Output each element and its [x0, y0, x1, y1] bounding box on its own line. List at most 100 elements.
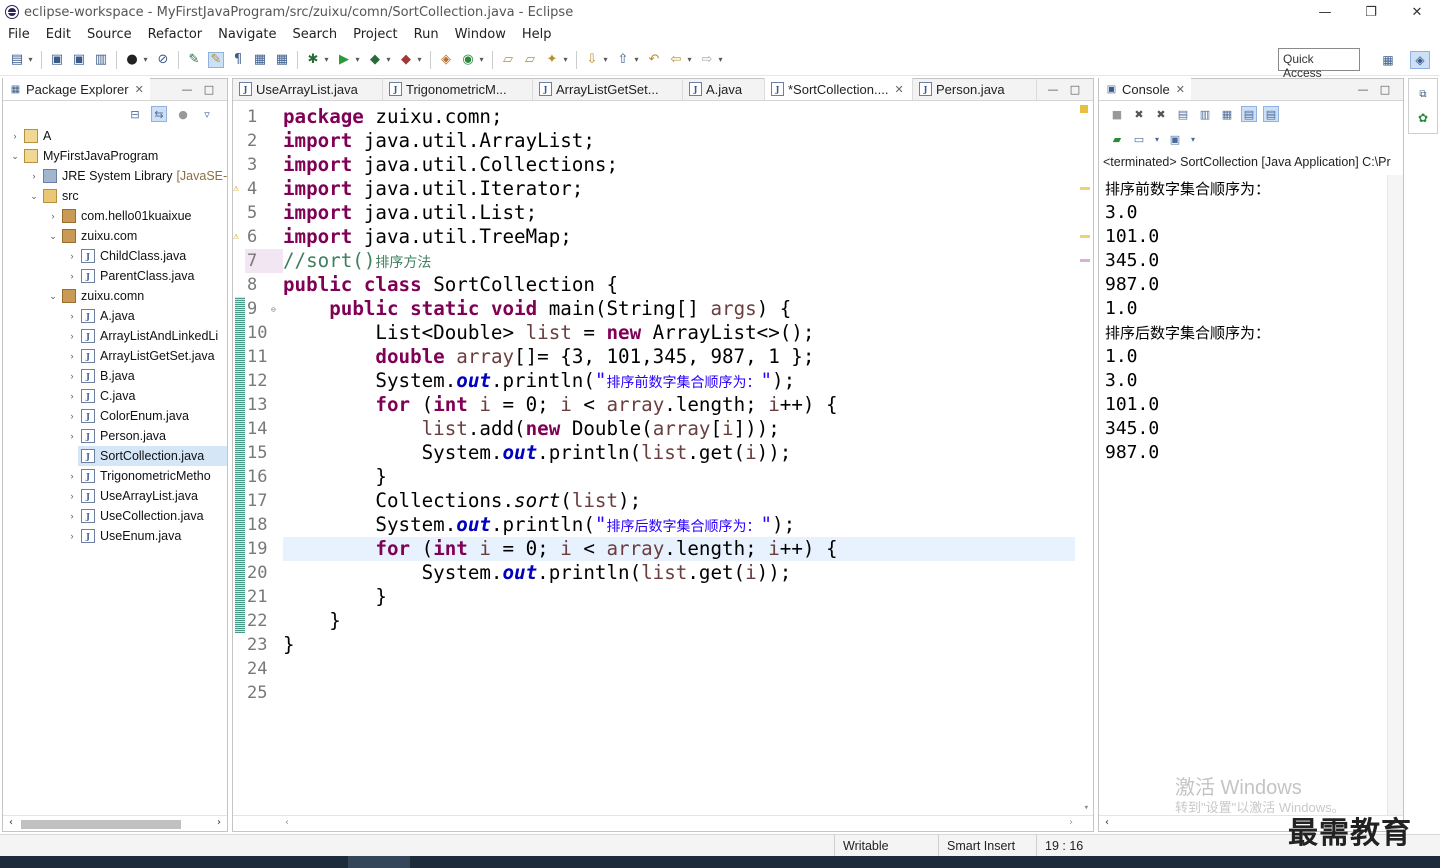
maximize-view-icon[interactable]: □: [203, 83, 215, 96]
view-menu-icon[interactable]: ▿: [199, 106, 215, 122]
expand-arrow-icon[interactable]: ›: [66, 271, 78, 281]
horizontal-scrollbar[interactable]: ‹ ›: [3, 815, 227, 831]
expand-arrow-icon[interactable]: ›: [47, 211, 59, 221]
menu-search[interactable]: Search: [284, 27, 345, 42]
open-task-icon[interactable]: ▱: [522, 52, 538, 68]
tree-item[interactable]: › J C.java: [66, 386, 135, 406]
close-icon[interactable]: ✕: [1176, 83, 1185, 96]
search-icon[interactable]: ✦: [544, 52, 560, 68]
show-on-stderr-icon[interactable]: ▤: [1263, 106, 1279, 122]
save-all-icon[interactable]: ▣: [71, 52, 87, 68]
tree-item[interactable]: ⌄ zuixu.comn: [47, 286, 144, 306]
scroll-lock-icon[interactable]: ▥: [1197, 106, 1213, 122]
collapse-arrow-icon[interactable]: ⌄: [47, 291, 59, 302]
quick-access-input[interactable]: Quick Access: [1278, 48, 1360, 80]
scroll-left-icon[interactable]: ‹: [9, 817, 13, 828]
editor-tab[interactable]: J TrigonometricM...: [383, 78, 533, 100]
tree-item[interactable]: ⌄ src: [28, 186, 79, 206]
close-tab-icon[interactable]: ✕: [894, 83, 903, 96]
expand-arrow-icon[interactable]: ›: [66, 311, 78, 321]
menu-project[interactable]: Project: [345, 27, 405, 42]
show-whitespace-icon[interactable]: ¶: [230, 52, 246, 68]
scroll-down-icon[interactable]: ▾: [1084, 803, 1089, 813]
maximize-editor-icon[interactable]: □: [1069, 83, 1081, 96]
tree-item[interactable]: › J Person.java: [66, 426, 166, 446]
skip-breakpoints-icon[interactable]: ⊘: [155, 52, 171, 68]
outline-view-icon[interactable]: ✿: [1413, 109, 1433, 127]
open-perspective-icon[interactable]: ▦: [1378, 51, 1398, 69]
tree-item[interactable]: › J UseCollection.java: [66, 506, 204, 526]
open-console-icon[interactable]: ▣: [1167, 131, 1183, 147]
toggle-highlight-icon[interactable]: ✎: [208, 51, 224, 68]
expand-arrow-icon[interactable]: ›: [66, 431, 78, 441]
source-code[interactable]: package zuixu.comn; import java.util.Arr…: [283, 105, 1075, 705]
tab-console[interactable]: ▣ Console ✕: [1099, 78, 1191, 100]
editor-tab[interactable]: J Person.java: [913, 78, 1037, 100]
clear-console-icon[interactable]: ▤: [1175, 106, 1191, 122]
tree-item[interactable]: ⌄ zuixu.com: [47, 226, 137, 246]
collapse-arrow-icon[interactable]: ⌄: [47, 231, 59, 242]
show-on-stdout-icon[interactable]: ▤: [1241, 106, 1257, 122]
run-icon[interactable]: ▶: [336, 52, 352, 68]
previous-annotation-icon[interactable]: ⇧: [615, 52, 631, 68]
terminate-icon[interactable]: ■: [1109, 106, 1125, 122]
open-type-icon[interactable]: ▱: [500, 52, 516, 68]
tree-item[interactable]: › J UseEnum.java: [66, 526, 181, 546]
tree-item[interactable]: › J ColorEnum.java: [66, 406, 189, 426]
word-wrap-icon[interactable]: ▦: [1219, 106, 1235, 122]
expand-arrow-icon[interactable]: ›: [66, 371, 78, 381]
scroll-left-icon[interactable]: ‹: [285, 817, 289, 828]
tree-item[interactable]: › J TrigonometricMetho: [66, 466, 211, 486]
tree-item[interactable]: › com.hello01kuaixue: [47, 206, 192, 226]
menu-run[interactable]: Run: [406, 27, 447, 42]
new-java-package-icon[interactable]: ◈: [438, 52, 454, 68]
pin-console-icon[interactable]: ▰: [1109, 131, 1125, 147]
expand-arrow-icon[interactable]: ›: [66, 251, 78, 261]
scroll-left-icon[interactable]: ‹: [1105, 817, 1109, 828]
expand-arrow-icon[interactable]: ›: [66, 531, 78, 541]
expand-arrow-icon[interactable]: ›: [66, 391, 78, 401]
minimize-editor-icon[interactable]: —: [1047, 83, 1059, 96]
maximize-view-icon[interactable]: □: [1379, 83, 1391, 96]
console-output[interactable]: 排序前数字集合顺序为： 3.0 101.0 345.0 987.0 1.0 排序后数字集合顺…: [1105, 177, 1270, 465]
restore-button[interactable]: ❐: [1348, 0, 1394, 24]
minimize-button[interactable]: —: [1302, 0, 1348, 24]
menu-edit[interactable]: Edit: [38, 27, 79, 42]
tree-item[interactable]: › J ParentClass.java: [66, 266, 195, 286]
tree-item[interactable]: › J UseArrayList.java: [66, 486, 198, 506]
new-dropdown-icon[interactable]: ▾: [27, 52, 34, 68]
console-vertical-scrollbar[interactable]: [1387, 175, 1403, 815]
menu-file[interactable]: File: [0, 27, 38, 42]
remove-all-terminated-icon[interactable]: ✖: [1153, 106, 1169, 122]
focus-task-icon[interactable]: ●: [175, 106, 191, 122]
close-icon[interactable]: ✕: [135, 83, 144, 96]
editor-tab[interactable]: J *SortCollection.... ✕: [765, 78, 913, 100]
editor-horizontal-scrollbar[interactable]: ‹ ›: [233, 815, 1093, 831]
restore-view-icon[interactable]: ⧉: [1413, 85, 1433, 103]
new-icon[interactable]: ▤: [9, 52, 25, 68]
editor-tab[interactable]: J UseArrayList.java: [233, 78, 383, 100]
block-selection-icon[interactable]: ▦: [252, 52, 268, 68]
print-icon[interactable]: ▥: [93, 52, 109, 68]
external-tools-icon[interactable]: ◆: [398, 52, 414, 68]
tree-item[interactable]: ⌄ MyFirstJavaProgram: [9, 146, 158, 166]
mark-occurrences-icon[interactable]: ✎: [186, 52, 202, 68]
menu-help[interactable]: Help: [514, 27, 560, 42]
collapse-arrow-icon[interactable]: ⌄: [28, 191, 40, 202]
tree-item[interactable]: › J A.java: [66, 306, 135, 326]
new-java-class-icon[interactable]: ◉: [460, 52, 476, 68]
expand-arrow-icon[interactable]: ›: [66, 331, 78, 341]
remove-launch-icon[interactable]: ✖: [1131, 106, 1147, 122]
tree-item[interactable]: J SortCollection.java: [78, 446, 227, 466]
show-source-icon[interactable]: ▦: [274, 52, 290, 68]
scroll-right-icon[interactable]: ›: [1069, 817, 1073, 828]
scroll-right-icon[interactable]: ›: [217, 817, 221, 828]
link-with-editor-icon[interactable]: ⇆: [151, 106, 167, 122]
close-button[interactable]: ✕: [1394, 0, 1440, 24]
tree-item[interactable]: › J B.java: [66, 366, 135, 386]
next-annotation-icon[interactable]: ⇩: [584, 52, 600, 68]
collapse-arrow-icon[interactable]: ⌄: [9, 151, 21, 162]
tree-item[interactable]: › JRE System Library [JavaSE-: [28, 166, 227, 186]
minimize-view-icon[interactable]: —: [1357, 83, 1369, 96]
expand-arrow-icon[interactable]: ›: [66, 471, 78, 481]
